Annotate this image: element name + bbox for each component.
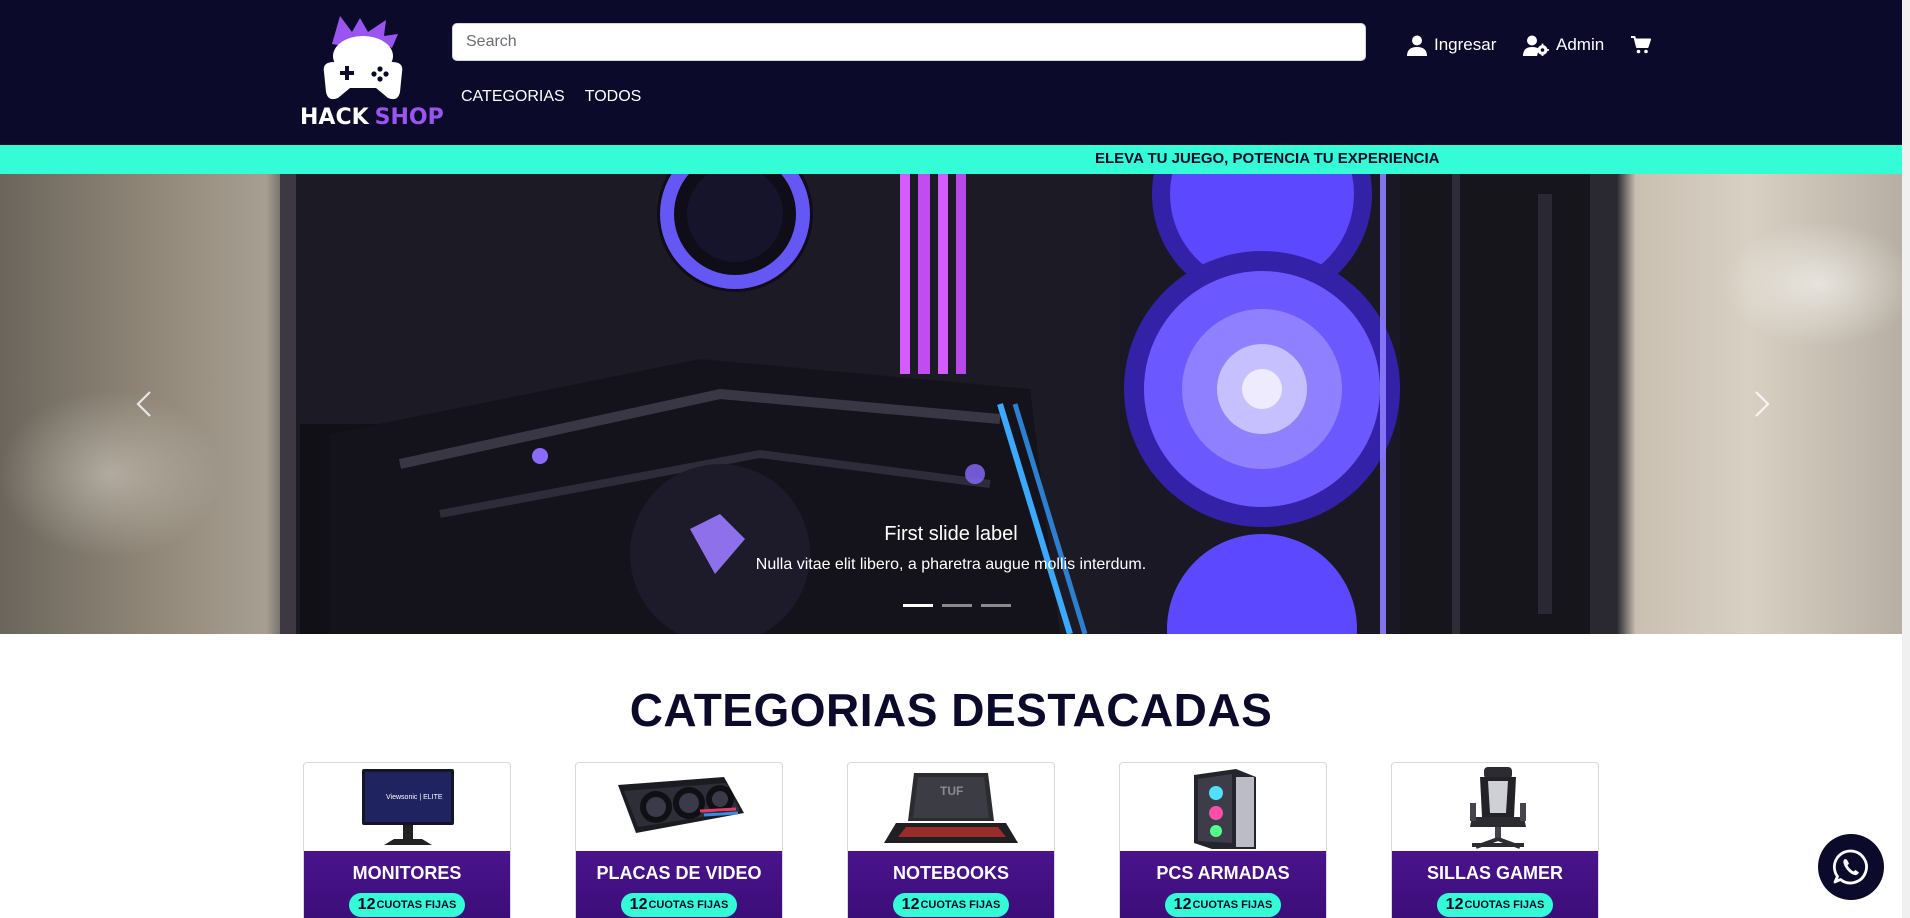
monitor-image: Viewsonic | ELITE [362, 769, 454, 845]
announcement-bar: ELEVA TU JUEGO, POTENCIA TU EXPERIENCIA [0, 145, 1902, 174]
hero-carousel: First slide label Nulla vitae elit liber… [0, 174, 1902, 634]
badge-number: 12 [1445, 896, 1464, 913]
cart-icon [1631, 36, 1651, 54]
logo-word-hack: HACK [300, 105, 369, 130]
admin-label: Admin [1556, 35, 1605, 54]
site-header: HACKSHOP Ingresar Admin [0, 0, 1902, 145]
installments-badge: 12 CUOTAS FIJAS [1165, 893, 1281, 917]
pc-case-image [1194, 769, 1256, 849]
badge-number: 12 [357, 896, 376, 913]
category-card-notebooks[interactable]: TUF NOTEBOOKS 12 CUOTAS FIJAS [847, 762, 1055, 918]
whatsapp-button[interactable] [1818, 834, 1884, 900]
badge-text: CUOTAS FIJAS [1192, 899, 1273, 911]
installments-badge: 12 CUOTAS FIJAS [349, 893, 465, 917]
search-input[interactable] [452, 23, 1366, 61]
badge-text: CUOTAS FIJAS [1464, 899, 1545, 911]
badge-number: 12 [1173, 896, 1192, 913]
user-icon [1407, 35, 1427, 56]
chevron-right-icon [1755, 391, 1770, 417]
whatsapp-icon [1832, 849, 1868, 885]
logo-wordmark: HACK SHOP [300, 105, 444, 130]
admin-link[interactable]: Admin [1523, 33, 1604, 57]
badge-text: CUOTAS FIJAS [920, 899, 1001, 911]
category-card-sillas-gamer[interactable]: SILLAS GAMER 12 CUOTAS FIJAS [1391, 762, 1599, 918]
category-card-monitores[interactable]: Viewsonic | ELITE MONITORES 12 CUOTAS FI… [303, 762, 511, 918]
badge-text: CUOTAS FIJAS [648, 899, 729, 911]
login-link[interactable]: Ingresar [1407, 33, 1496, 57]
carousel-indicator-1[interactable] [903, 604, 933, 607]
badge-text: CUOTAS FIJAS [376, 899, 457, 911]
gamer-mascot-icon [323, 16, 403, 100]
nav-todos[interactable]: TODOS [585, 88, 642, 106]
card-title: NOTEBOOKS [892, 863, 1009, 883]
carousel-next-button[interactable] [1740, 384, 1780, 424]
card-title: MONITORES [352, 863, 462, 883]
card-title: PLACAS DE VIDEO [596, 863, 762, 883]
cart-button[interactable] [1631, 33, 1651, 57]
logo-word-shop: SHOP [374, 105, 444, 130]
installments-badge: 12 CUOTAS FIJAS [1437, 893, 1553, 917]
notebook-image: TUF [884, 773, 1018, 843]
chevron-left-icon [136, 391, 151, 417]
graphics-card-image [618, 777, 744, 833]
announcement-text: ELEVA TU JUEGO, POTENCIA TU EXPERIENCIA [1095, 150, 1440, 167]
svg-text:TUF: TUF [940, 784, 963, 798]
page-scrollbar[interactable] [1902, 0, 1910, 918]
user-gear-icon [1523, 35, 1549, 56]
category-card-placas-de-video[interactable]: PLACAS DE VIDEO 12 CUOTAS FIJAS [575, 762, 783, 918]
nav-categorias[interactable]: CATEGORIAS [461, 88, 565, 106]
category-cards: Viewsonic | ELITE MONITORES 12 CUOTAS FI… [303, 762, 1599, 918]
badge-number: 12 [901, 896, 920, 913]
installments-badge: 12 CUOTAS FIJAS [893, 893, 1009, 917]
gaming-chair-image [1470, 767, 1526, 849]
category-card-pcs-armadas[interactable]: PCS ARMADAS 12 CUOTAS FIJAS [1119, 762, 1327, 918]
carousel-indicator-3[interactable] [981, 604, 1011, 607]
hackshop-logo[interactable]: HACK SHOP [300, 14, 444, 132]
card-title: PCS ARMADAS [1156, 863, 1290, 883]
installments-badge: 12 CUOTAS FIJAS [621, 893, 737, 917]
card-title: SILLAS GAMER [1426, 863, 1563, 883]
slide-title: First slide label [884, 523, 1018, 545]
carousel-prev-button[interactable] [126, 384, 166, 424]
carousel-indicator-2[interactable] [942, 604, 972, 607]
slide-text: Nulla vitae elit libero, a pharetra augu… [755, 556, 1147, 573]
badge-number: 12 [629, 896, 648, 913]
main-nav: CATEGORIAS TODOS [461, 88, 641, 106]
carousel-indicators [900, 604, 1014, 607]
login-label: Ingresar [1434, 35, 1497, 54]
svg-text:Viewsonic | ELITE: Viewsonic | ELITE [386, 794, 443, 801]
featured-categories-title: CATEGORIAS DESTACADAS [629, 684, 1273, 736]
